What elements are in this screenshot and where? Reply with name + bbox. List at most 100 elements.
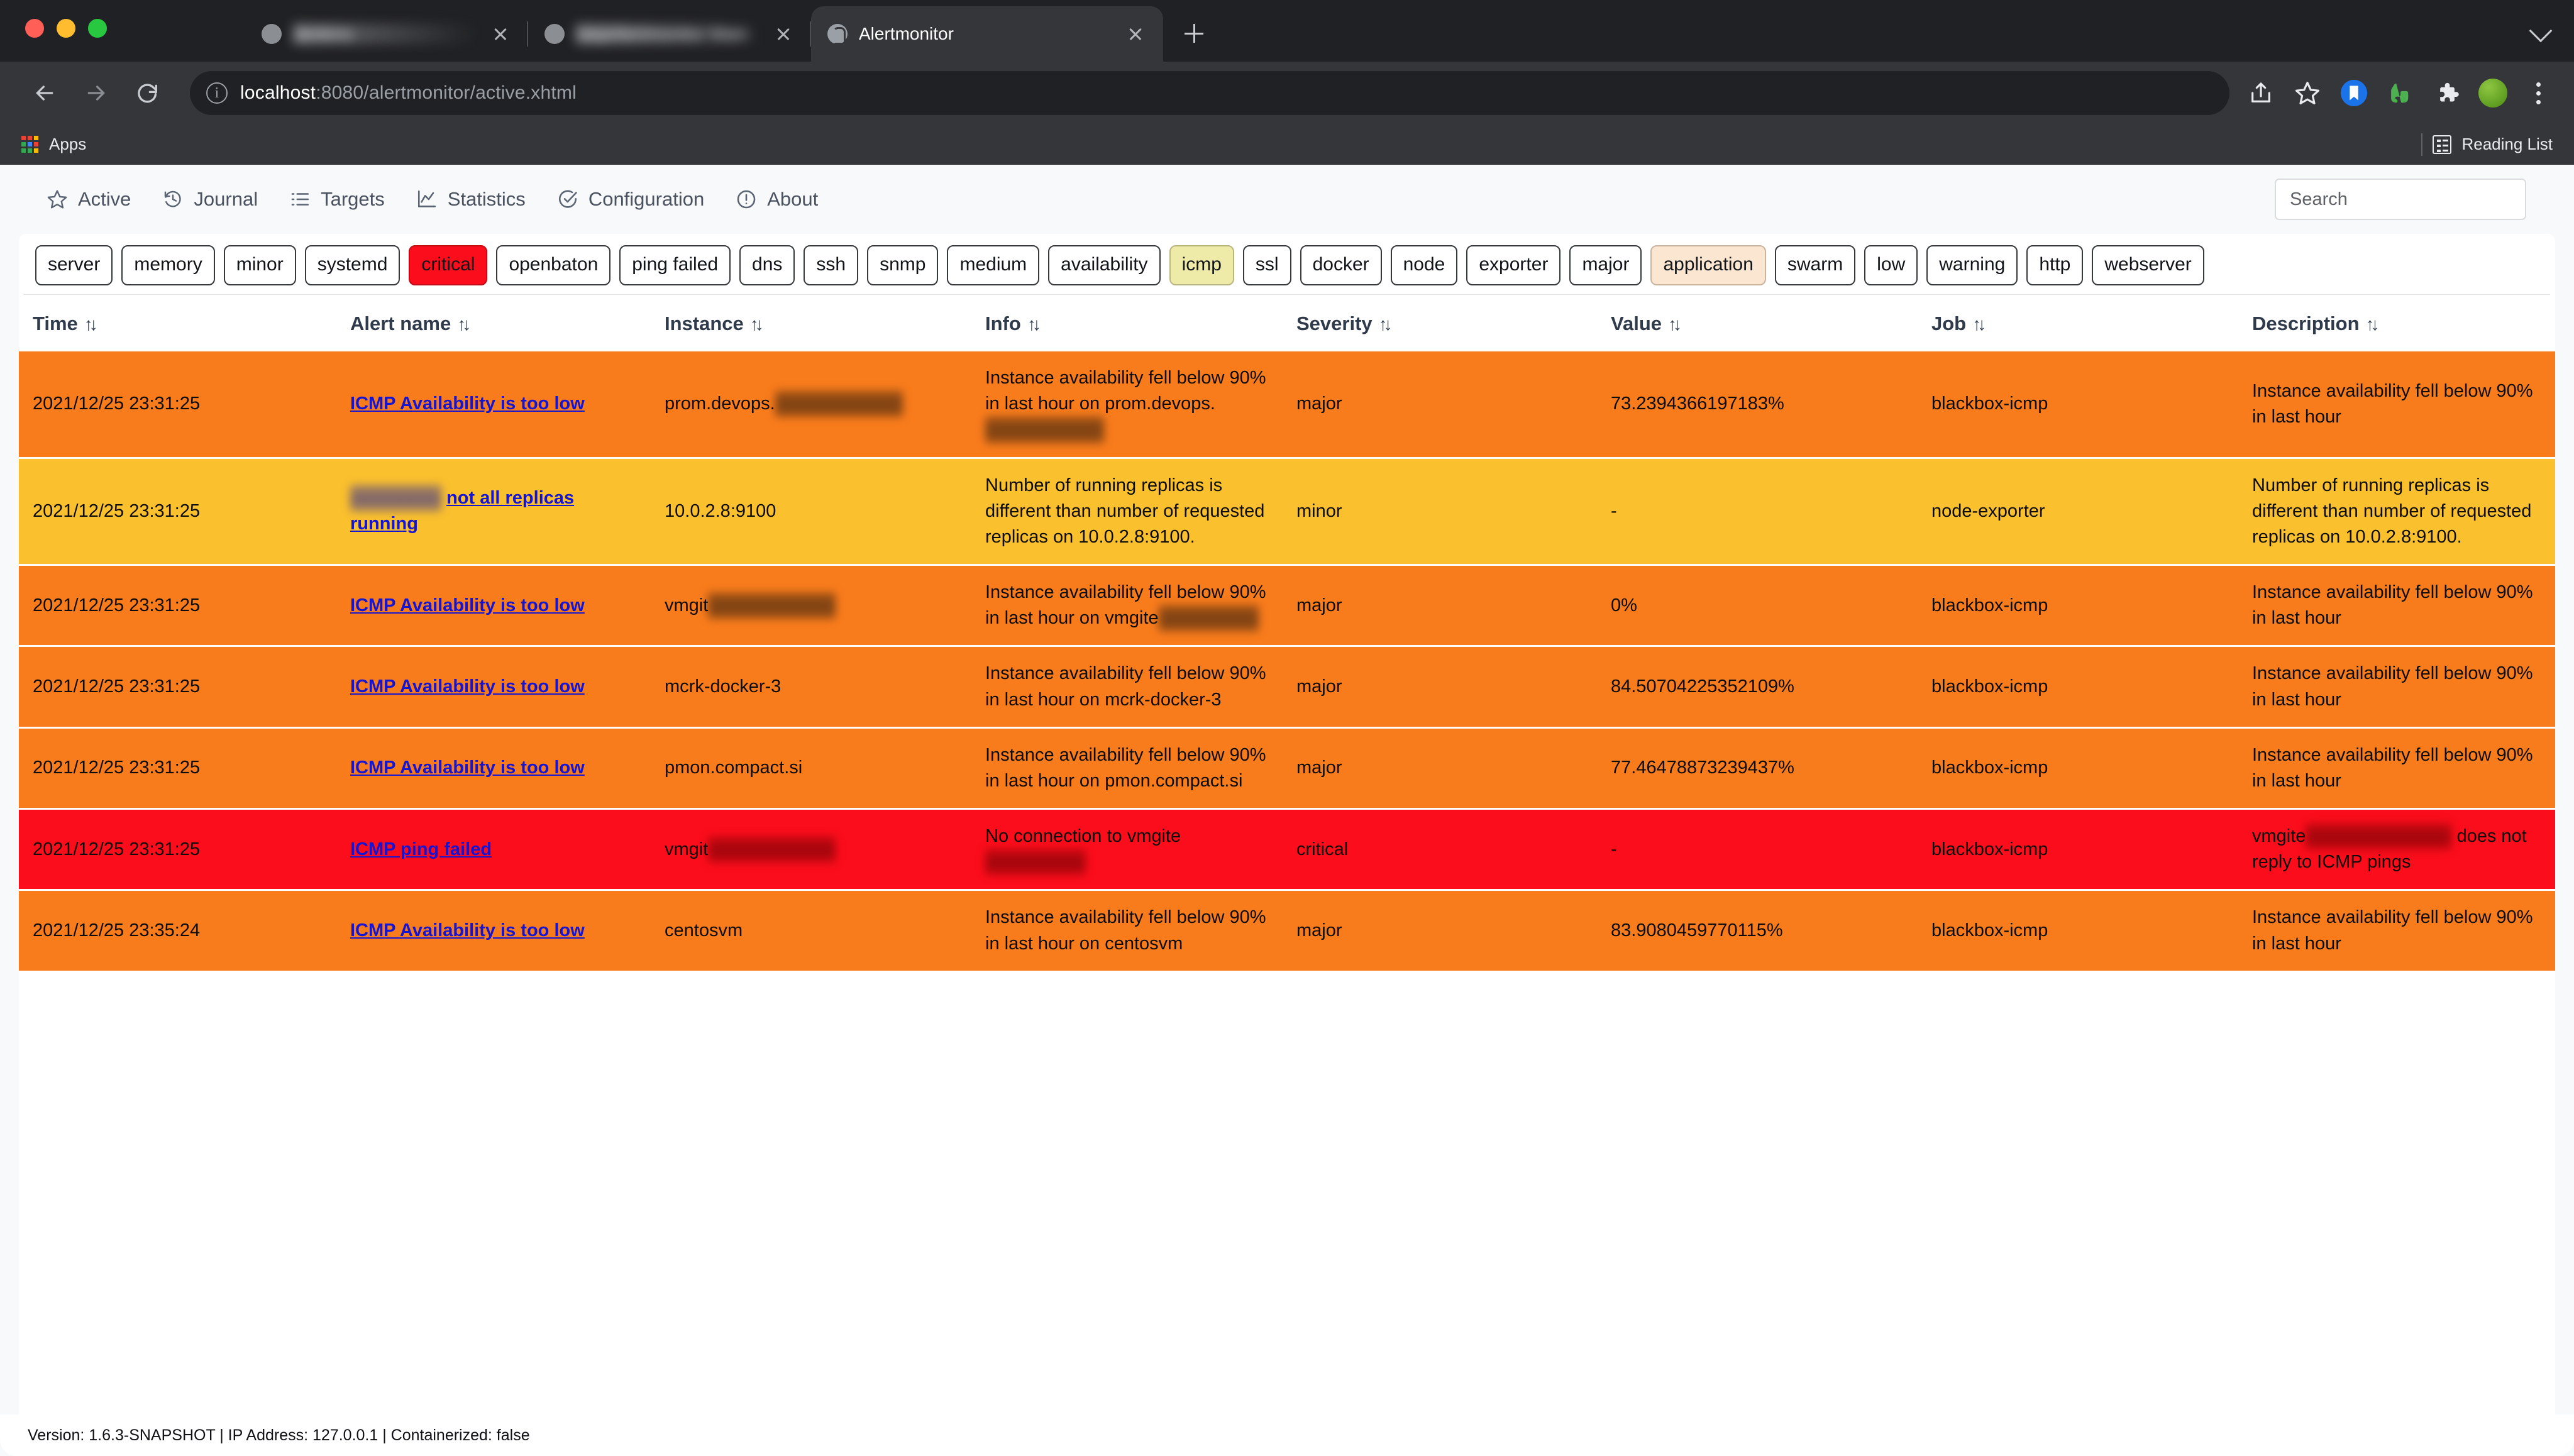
tag-chip-webserver[interactable]: webserver xyxy=(2092,245,2204,285)
tag-chip-warning[interactable]: warning xyxy=(1926,245,2018,285)
cell-job: node-exporter xyxy=(1918,458,2238,565)
close-icon[interactable] xyxy=(489,23,512,45)
table-row[interactable]: 2021/12/25 23:31:25 ICMP Availability is … xyxy=(19,646,2555,728)
maximize-window-button[interactable] xyxy=(88,19,107,38)
nav-item-journal[interactable]: Journal xyxy=(156,188,283,211)
cell-value: - xyxy=(1597,808,1918,890)
tag-chip-application[interactable]: application xyxy=(1650,245,1766,285)
star-icon[interactable] xyxy=(2292,78,2323,108)
table-row[interactable]: 2021/12/25 23:31:25 ICMP Availability is … xyxy=(19,565,2555,646)
cell-alert-name[interactable]: ICMP ping failed xyxy=(336,808,651,890)
sort-icon[interactable]: ↑↓ xyxy=(2366,314,2380,334)
cell-description: Instance availability fell below 90% in … xyxy=(2238,890,2555,972)
sort-icon[interactable]: ↑↓ xyxy=(84,314,98,334)
sort-icon[interactable]: ↑↓ xyxy=(1027,314,1041,334)
nav-item-configuration[interactable]: Configuration xyxy=(551,188,729,211)
tag-chip-exporter[interactable]: exporter xyxy=(1466,245,1561,285)
tag-chip-medium[interactable]: medium xyxy=(947,245,1040,285)
cell-alert-name[interactable]: ICMP Availability is too low xyxy=(336,890,651,972)
table-row[interactable]: 2021/12/25 23:31:25 ICMP Availability is … xyxy=(19,727,2555,809)
table-row[interactable]: 2021/12/25 23:31:25 ICMP Availability is … xyxy=(19,351,2555,458)
alert-name-link[interactable]: ICMP Availability is too low xyxy=(350,595,585,615)
close-icon[interactable] xyxy=(1124,23,1147,45)
tab-favicon-icon xyxy=(262,24,282,44)
tag-chip-openbaton[interactable]: openbaton xyxy=(496,245,611,285)
chrome-menu-icon[interactable] xyxy=(2524,82,2553,104)
column-header-time[interactable]: Time ↑↓ xyxy=(19,295,336,351)
column-header-job[interactable]: Job ↑↓ xyxy=(1918,295,2238,351)
column-header-instance[interactable]: Instance ↑↓ xyxy=(651,295,971,351)
share-icon[interactable] xyxy=(2246,78,2276,108)
alert-name-link[interactable]: ICMP Availability is too low xyxy=(350,394,585,414)
sort-icon[interactable]: ↑↓ xyxy=(1379,314,1393,334)
tag-chip-http[interactable]: http xyxy=(2026,245,2084,285)
tag-chip-minor[interactable]: minor xyxy=(223,245,296,285)
cell-alert-name[interactable]: xxxxxxxxxx not all replicas running xyxy=(336,458,651,565)
sort-icon[interactable]: ↑↓ xyxy=(1972,314,1986,334)
apps-label[interactable]: Apps xyxy=(49,135,86,154)
tag-chip-memory[interactable]: memory xyxy=(121,245,215,285)
column-header-severity[interactable]: Severity ↑↓ xyxy=(1283,295,1597,351)
table-row[interactable]: 2021/12/25 23:35:24 ICMP Availability is … xyxy=(19,890,2555,972)
column-header-alert-name[interactable]: Alert name ↑↓ xyxy=(336,295,651,351)
value-text: 83.9080459770115% xyxy=(1611,920,1783,940)
alert-name-link[interactable]: ICMP Availability is too low xyxy=(350,676,585,697)
close-window-button[interactable] xyxy=(25,19,44,38)
alert-name-link[interactable]: ICMP Availability is too low xyxy=(350,758,585,778)
cell-alert-name[interactable]: ICMP Availability is too low xyxy=(336,646,651,728)
column-header-description[interactable]: Description ↑↓ xyxy=(2238,295,2555,351)
bookmark-icon[interactable] xyxy=(2339,78,2369,108)
nav-item-active[interactable]: Active xyxy=(28,188,156,211)
chevron-down-icon[interactable] xyxy=(2529,19,2553,43)
address-bar[interactable]: i localhost:8080/alertmonitor/active.xht… xyxy=(190,71,2229,115)
browser-tab-2[interactable]: raspAlertmonitor Main xyxy=(528,6,811,62)
tag-chip-icmp[interactable]: icmp xyxy=(1169,245,1234,285)
tag-chip-node[interactable]: node xyxy=(1390,245,1458,285)
search-input[interactable]: Search xyxy=(2275,179,2526,220)
site-info-icon[interactable]: i xyxy=(206,82,228,104)
apps-grid-icon[interactable] xyxy=(21,135,39,153)
nav-item-targets[interactable]: Targets xyxy=(283,188,410,211)
minimize-window-button[interactable] xyxy=(57,19,75,38)
tag-chip-swarm[interactable]: swarm xyxy=(1774,245,1856,285)
nav-item-statistics[interactable]: Statistics xyxy=(410,188,551,211)
column-header-info[interactable]: Info ↑↓ xyxy=(971,295,1283,351)
alert-name-link[interactable]: ICMP ping failed xyxy=(350,839,492,859)
tag-chip-low[interactable]: low xyxy=(1864,245,1918,285)
tag-chip-systemd[interactable]: systemd xyxy=(304,245,400,285)
sort-icon[interactable]: ↑↓ xyxy=(457,314,471,334)
evernote-icon[interactable] xyxy=(2385,78,2416,108)
close-icon[interactable] xyxy=(772,23,795,45)
cell-time: 2021/12/25 23:31:25 xyxy=(19,458,336,565)
tag-chip-ping-failed[interactable]: ping failed xyxy=(619,245,731,285)
nav-item-about[interactable]: About xyxy=(729,188,843,211)
sort-icon[interactable]: ↑↓ xyxy=(750,314,764,334)
tag-chip-major[interactable]: major xyxy=(1569,245,1642,285)
new-tab-button[interactable] xyxy=(1172,11,1216,55)
back-icon[interactable] xyxy=(21,70,68,116)
column-header-value[interactable]: Value ↑↓ xyxy=(1597,295,1918,351)
reading-list-button[interactable]: Reading List xyxy=(2433,135,2553,154)
tag-chip-availability[interactable]: availability xyxy=(1048,245,1161,285)
tag-chip-server[interactable]: server xyxy=(35,245,113,285)
cell-alert-name[interactable]: ICMP Availability is too low xyxy=(336,727,651,809)
cell-alert-name[interactable]: ICMP Availability is too low xyxy=(336,565,651,646)
cell-alert-name[interactable]: ICMP Availability is too low xyxy=(336,351,651,458)
tag-chip-ssh[interactable]: ssh xyxy=(804,245,859,285)
browser-tab-alertmonitor[interactable]: Alertmonitor xyxy=(811,6,1163,62)
extensions-puzzle-icon[interactable] xyxy=(2432,78,2462,108)
tag-chip-dns[interactable]: dns xyxy=(739,245,795,285)
alert-name-link[interactable]: ICMP Availability is too low xyxy=(350,920,585,940)
tag-chip-critical[interactable]: critical xyxy=(409,245,488,285)
browser-tab-1[interactable]: Jenkins xyxy=(245,6,528,62)
sort-icon[interactable]: ↑↓ xyxy=(1668,314,1682,334)
reload-icon[interactable] xyxy=(124,70,171,116)
table-row[interactable]: 2021/12/25 23:31:25 ICMP ping failed vmgit… xyxy=(19,808,2555,890)
tag-chip-ssl[interactable]: ssl xyxy=(1242,245,1291,285)
tag-chip-snmp[interactable]: snmp xyxy=(867,245,939,285)
table-row[interactable]: 2021/12/25 23:31:25 xxxxxxxxxx not all re… xyxy=(19,458,2555,565)
severity-text: major xyxy=(1296,676,1342,697)
tag-chip-docker[interactable]: docker xyxy=(1300,245,1382,285)
profile-avatar[interactable] xyxy=(2478,79,2507,108)
forward-icon[interactable] xyxy=(73,70,119,116)
